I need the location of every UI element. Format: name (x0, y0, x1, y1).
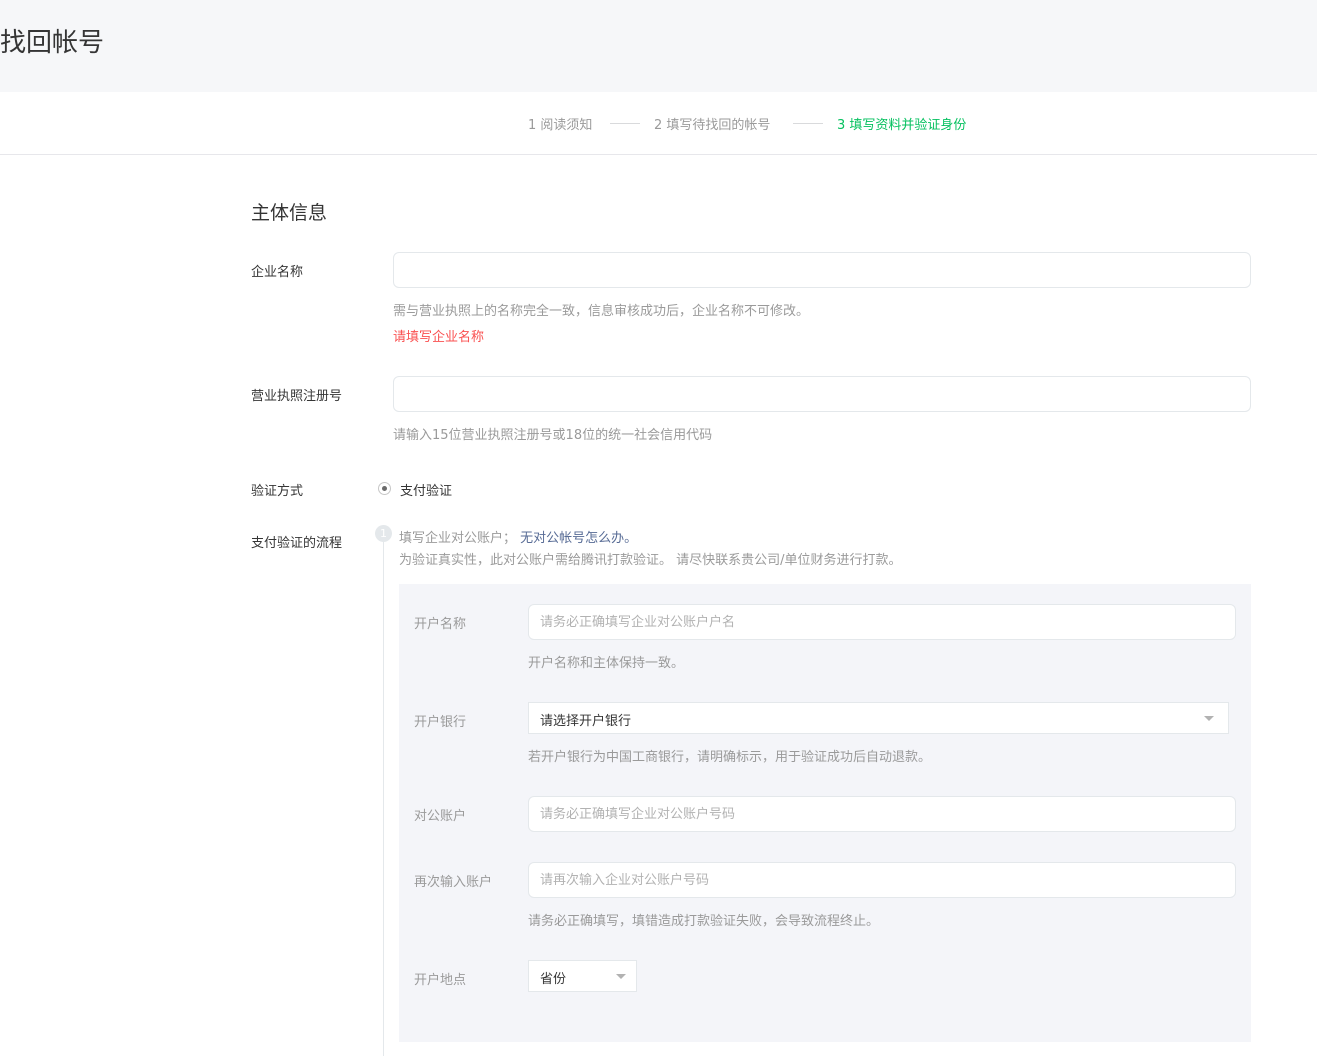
account-confirm-tip: 请务必正确填写，填错造成打款验证失败，会导致流程终止。 (528, 914, 880, 929)
company-name-tip: 需与营业执照上的名称完全一致，信息审核成功后，企业名称不可修改。 (393, 304, 810, 319)
flow-step-desc: 为验证真实性，此对公账户需给腾讯打款验证。 请尽快联系贵公司/单位财务进行打款。 (399, 553, 902, 568)
bank-select-value: 请选择开户银行 (540, 714, 632, 729)
page-header: 找回帐号 (0, 0, 1317, 92)
bank-tip: 若开户银行为中国工商银行，请明确标示，用于验证成功后自动退款。 (528, 750, 932, 765)
company-name-input[interactable] (393, 252, 1251, 288)
province-select-value: 省份 (540, 972, 567, 987)
pay-flow-label: 支付验证的流程 (251, 536, 343, 551)
company-name-error: 请填写企业名称 (393, 330, 485, 345)
section-title: 主体信息 (251, 202, 328, 224)
step-verify-identity: 3 填写资料并验证身份 (837, 118, 967, 133)
company-name-label: 企业名称 (251, 265, 304, 280)
step-divider (793, 123, 823, 124)
flow-step-text: 填写企业对公账户； (399, 531, 517, 546)
step-progress: 1 阅读须知 2 填写待找回的帐号 3 填写资料并验证身份 (0, 92, 1317, 155)
account-name-tip: 开户名称和主体保持一致。 (528, 656, 685, 671)
account-name-label: 开户名称 (414, 617, 467, 632)
page-title: 找回帐号 (0, 28, 105, 58)
step-divider (610, 123, 640, 124)
step-enter-account: 2 填写待找回的帐号 (654, 118, 771, 133)
license-tip: 请输入15位营业执照注册号或18位的统一社会信用代码 (393, 428, 713, 443)
flow-timeline-line (383, 540, 384, 1056)
radio-button[interactable] (378, 482, 391, 495)
verify-method-label: 验证方式 (251, 484, 304, 499)
license-input[interactable] (393, 376, 1251, 412)
province-select[interactable]: 省份 (528, 960, 637, 992)
no-account-help-link[interactable]: 无对公帐号怎么办。 (520, 531, 637, 546)
step-read-notice: 1 阅读须知 (528, 118, 593, 133)
account-confirm-input[interactable] (528, 862, 1236, 898)
bank-label: 开户银行 (414, 715, 467, 730)
account-name-input[interactable] (528, 604, 1236, 640)
flow-step-number-icon: 1 (375, 525, 392, 542)
account-confirm-label: 再次输入账户 (414, 875, 493, 890)
chevron-down-icon (1204, 716, 1214, 721)
account-input[interactable] (528, 796, 1236, 832)
flow-step-title: 填写企业对公账户； 无对公帐号怎么办。 (399, 527, 637, 546)
bank-account-panel: 开户名称 开户名称和主体保持一致。 开户银行 请选择开户银行 若开户银行为中国工… (399, 584, 1251, 1042)
account-label: 对公账户 (414, 809, 467, 824)
license-label: 营业执照注册号 (251, 389, 343, 404)
location-label: 开户地点 (414, 973, 467, 988)
chevron-down-icon (616, 974, 626, 979)
pay-verify-option-label[interactable]: 支付验证 (400, 480, 452, 499)
radio-selected-dot (382, 486, 387, 491)
bank-select[interactable]: 请选择开户银行 (528, 702, 1229, 734)
